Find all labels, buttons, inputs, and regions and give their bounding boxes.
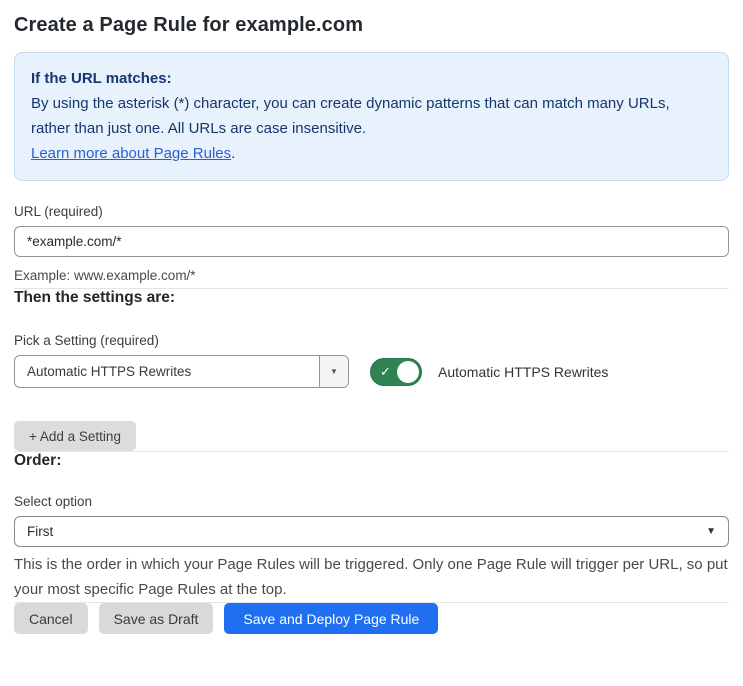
chevron-down-icon: ▼ (706, 526, 716, 537)
setting-toggle[interactable]: ✓ (370, 357, 422, 386)
order-section-heading: Order: (14, 452, 62, 469)
setting-dropdown-value: Automatic HTTPS Rewrites (27, 364, 192, 379)
settings-section-heading: Then the settings are: (14, 289, 176, 306)
info-box-heading: If the URL matches: (31, 70, 172, 87)
learn-more-link[interactable]: Learn more about Page Rules (31, 145, 231, 162)
add-setting-button[interactable]: + Add a Setting (14, 421, 136, 451)
order-select-value: First (27, 524, 54, 539)
chevron-down-icon: ▼ (330, 367, 338, 376)
order-helper-text: This is the order in which your Page Rul… (14, 556, 728, 598)
toggle-knob (397, 360, 419, 383)
link-suffix: . (231, 145, 236, 162)
order-select[interactable]: First ▼ (14, 516, 729, 547)
page-title: Create a Page Rule for example.com (14, 14, 364, 36)
info-box-body: By using the asterisk (*) character, you… (31, 95, 670, 137)
save-as-draft-button[interactable]: Save as Draft (98, 603, 214, 634)
check-icon: ✓ (380, 364, 391, 379)
create-page-rule-form: Create a Page Rule for example.com If th… (0, 0, 743, 634)
url-input[interactable] (14, 226, 729, 257)
cancel-button[interactable]: Cancel (14, 603, 88, 634)
info-box-link-line: Learn more about Page Rules. (31, 141, 712, 166)
order-select-label: Select option (14, 494, 93, 509)
setting-dropdown-button[interactable]: ▼ (319, 356, 348, 387)
setting-row: Automatic HTTPS Rewrites ▼ ✓ Automatic H… (14, 355, 729, 388)
pick-setting-label: Pick a Setting (required) (14, 333, 159, 348)
setting-dropdown[interactable]: Automatic HTTPS Rewrites ▼ (14, 355, 349, 388)
url-matches-info-box: If the URL matches: By using the asteris… (14, 52, 729, 181)
url-helper-text: Example: www.example.com/* (14, 268, 196, 283)
form-actions: Cancel Save as Draft Save and Deploy Pag… (14, 603, 729, 634)
url-label: URL (required) (14, 204, 103, 219)
save-and-deploy-button[interactable]: Save and Deploy Page Rule (224, 603, 439, 634)
setting-toggle-label: Automatic HTTPS Rewrites (438, 363, 609, 380)
